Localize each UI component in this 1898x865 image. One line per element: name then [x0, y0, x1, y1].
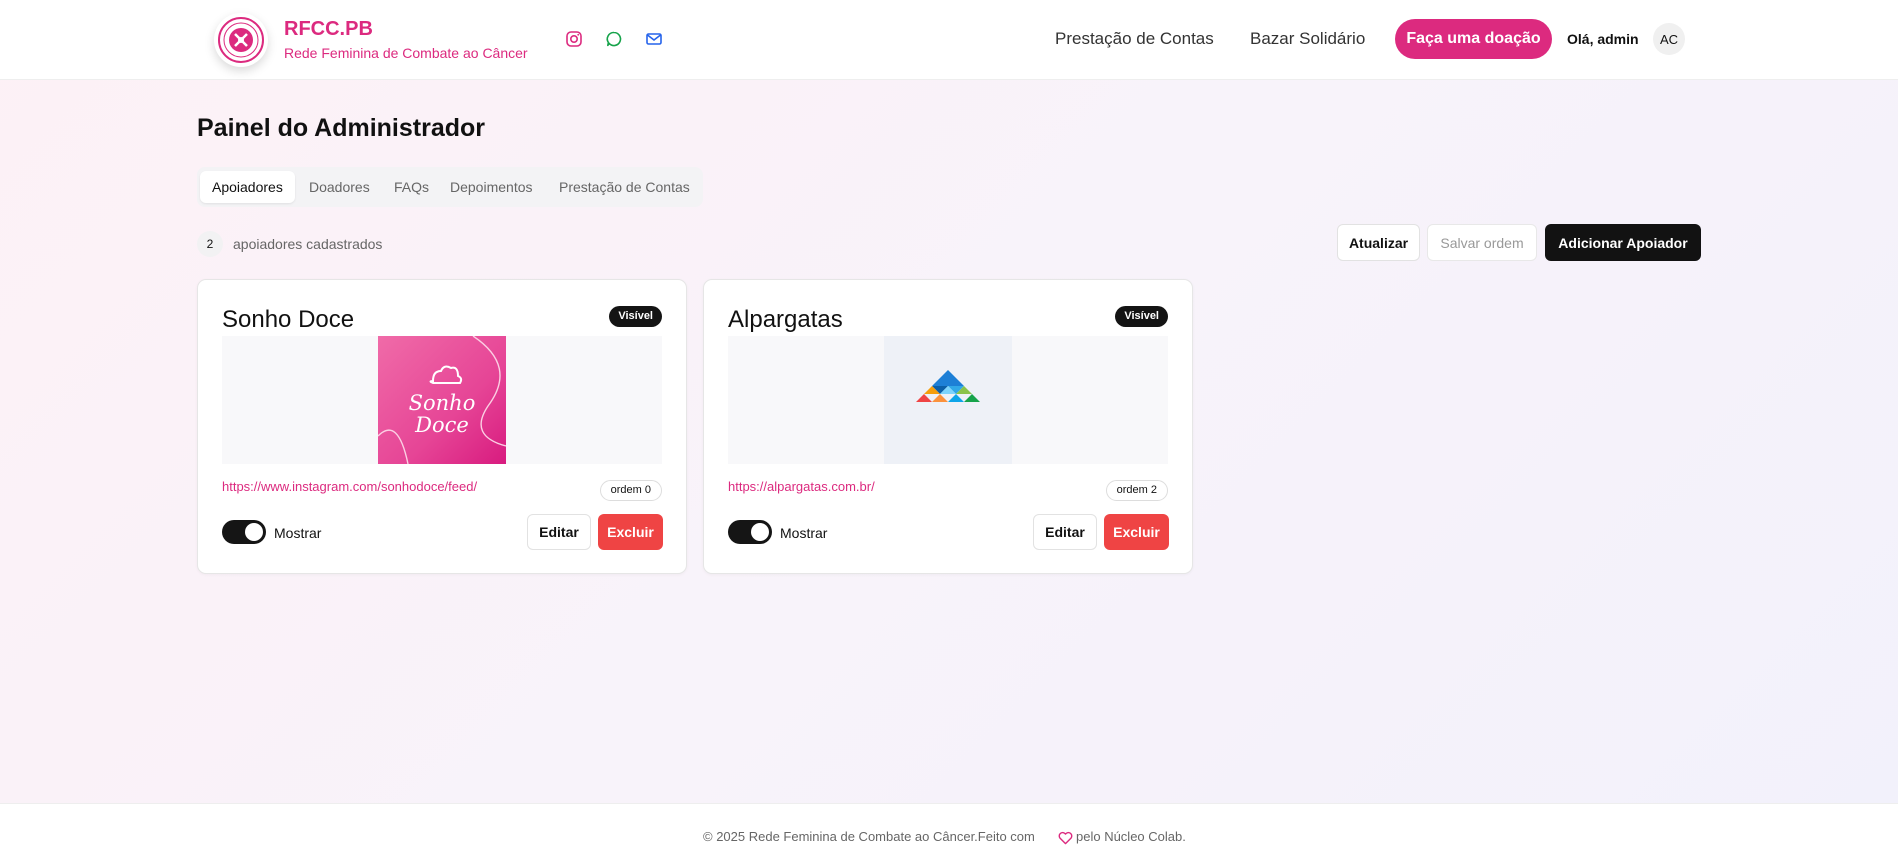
toggle-knob: [245, 523, 263, 541]
edit-button[interactable]: Editar: [1033, 514, 1097, 550]
nav-prestacao-contas[interactable]: Prestação de Contas: [1055, 29, 1214, 49]
logo-text-line1: Sonho: [409, 391, 476, 415]
logo-emblem-icon: [218, 17, 264, 63]
avatar[interactable]: AC: [1653, 23, 1685, 55]
alpargatas-logo: [884, 336, 1012, 464]
admin-tabs: Apoiadores Doadores FAQs Depoimentos Pre…: [197, 167, 703, 207]
status-badge: Visível: [609, 306, 662, 327]
footer-copyright: © 2025 Rede Feminina de Combate ao Cânce…: [703, 829, 1035, 844]
visibility-toggle[interactable]: [728, 520, 772, 544]
supporter-logo-area: [728, 336, 1168, 464]
brand-logo[interactable]: [214, 13, 268, 67]
top-navbar: RFCC.PB Rede Feminina de Combate ao Cânc…: [0, 0, 1898, 80]
order-badge: ordem 2: [1105, 480, 1168, 501]
status-badge: Visível: [1115, 306, 1168, 327]
nav-bazar-solidario[interactable]: Bazar Solidário: [1250, 29, 1365, 49]
heart-icon: [1058, 831, 1073, 845]
supporter-card: Sonho Doce Visível Sonho Doce https://ww…: [197, 279, 687, 574]
tab-doadores[interactable]: Doadores: [309, 179, 370, 195]
order-badge: ordem 0: [599, 480, 662, 501]
whatsapp-icon[interactable]: [605, 30, 623, 48]
supporter-card: Alpargatas Visível https://alpargatas.co…: [703, 279, 1193, 574]
delete-button[interactable]: Excluir: [598, 514, 663, 550]
brand-subtitle: Rede Feminina de Combate ao Câncer: [284, 45, 528, 61]
supporter-name: Sonho Doce: [222, 306, 355, 333]
donate-button[interactable]: Faça uma doação: [1395, 19, 1552, 59]
logo-text-line2: Doce: [414, 413, 469, 437]
supporter-name: Alpargatas: [728, 306, 843, 333]
toggle-label: Mostrar: [780, 525, 828, 541]
footer-credit: pelo Núcleo Colab.: [1076, 829, 1186, 844]
delete-button[interactable]: Excluir: [1104, 514, 1169, 550]
supporter-link[interactable]: https://www.instagram.com/sonhodoce/feed…: [222, 479, 477, 494]
supporter-count-label: apoiadores cadastrados: [233, 236, 383, 252]
edit-button[interactable]: Editar: [527, 514, 591, 550]
save-order-button[interactable]: Salvar ordem: [1427, 224, 1537, 261]
supporter-link[interactable]: https://alpargatas.com.br/: [728, 479, 875, 494]
tab-faqs[interactable]: FAQs: [394, 179, 429, 195]
tab-depoimentos[interactable]: Depoimentos: [450, 179, 533, 195]
refresh-button[interactable]: Atualizar: [1337, 224, 1420, 261]
sonho-doce-logo: Sonho Doce: [378, 336, 506, 464]
tab-prestacao-contas[interactable]: Prestação de Contas: [559, 179, 690, 195]
supporter-logo-area: Sonho Doce: [222, 336, 662, 464]
brand-title[interactable]: RFCC.PB: [284, 18, 373, 41]
tab-apoiadores[interactable]: Apoiadores: [200, 171, 295, 203]
footer: © 2025 Rede Feminina de Combate ao Cânce…: [0, 803, 1898, 865]
visibility-toggle[interactable]: [222, 520, 266, 544]
mail-icon[interactable]: [645, 30, 663, 48]
instagram-icon[interactable]: [565, 30, 583, 48]
page-title: Painel do Administrador: [197, 114, 486, 142]
toggle-knob: [751, 523, 769, 541]
supporter-count-badge: 2: [197, 231, 223, 257]
toggle-label: Mostrar: [274, 525, 322, 541]
user-greeting: Olá, admin: [1567, 31, 1639, 47]
add-supporter-button[interactable]: Adicionar Apoiador: [1545, 224, 1701, 261]
